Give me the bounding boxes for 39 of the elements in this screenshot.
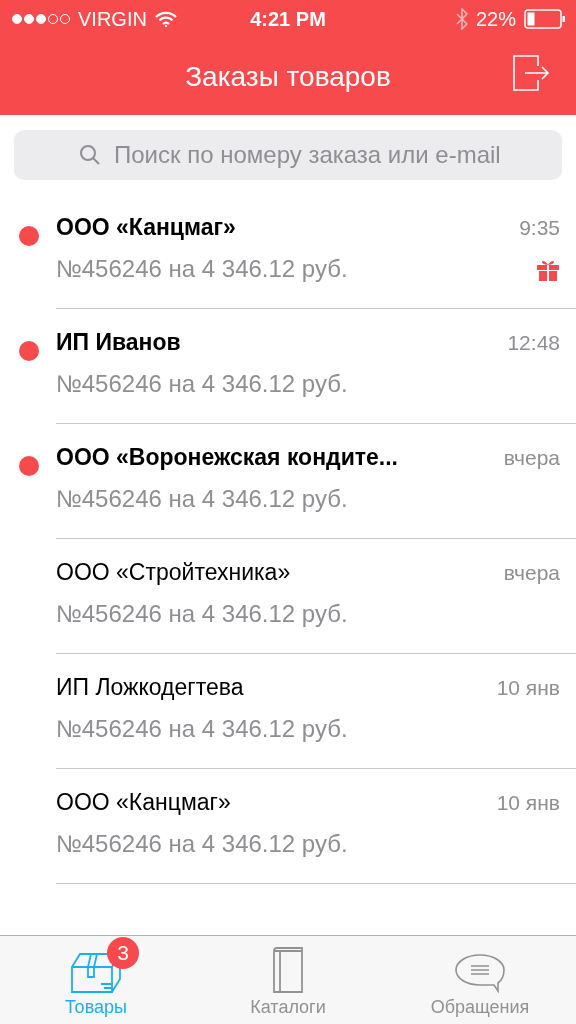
tab[interactable]: 3 Товары <box>0 936 192 1024</box>
order-time: 12:48 <box>507 330 560 355</box>
company-name: ООО «Канцмаг» <box>56 789 231 816</box>
order-item[interactable]: ООО «Воронежская кондите... вчера №456246 на 4 346.12 руб. <box>0 424 576 539</box>
order-item[interactable]: ООО «Канцмаг» 9:35 №456246 на 4 346.12 руб. <box>0 194 576 309</box>
screen-title: Заказы товаров <box>185 60 391 93</box>
company-name: ООО «Стройтехника» <box>56 559 291 586</box>
order-item[interactable]: ООО «Стройтехника» вчера №456246 на 4 346.12 руб. <box>0 539 576 654</box>
battery-icon <box>524 9 566 29</box>
order-time: 10 янв <box>496 675 560 700</box>
order-details: №456246 на 4 346.12 руб. <box>56 485 348 513</box>
wifi-icon <box>154 11 177 27</box>
order-time: вчера <box>503 445 560 470</box>
search-input[interactable]: Поиск по номеру заказа или e-mail <box>112 140 562 170</box>
status-time: 4:21 PM <box>250 7 326 31</box>
company-name: ИП Иванов <box>56 329 181 356</box>
company-name: ООО «Канцмаг» <box>56 214 236 241</box>
order-time: 10 янв <box>496 790 560 815</box>
battery-percent: 22% <box>475 7 516 31</box>
order-details: №456246 на 4 346.12 руб. <box>56 830 348 858</box>
logout-button[interactable] <box>512 54 550 92</box>
order-item[interactable]: ИП Иванов 12:48 №456246 на 4 346.12 руб. <box>0 309 576 424</box>
company-name: ООО «Воронежская кондите... <box>56 444 398 471</box>
order-details: №456246 на 4 346.12 руб. <box>56 370 348 398</box>
order-item[interactable]: ООО «Канцмаг» 10 янв №456246 на 4 346.12 руб. <box>0 769 576 884</box>
order-time: 9:35 <box>519 215 560 240</box>
order-details: №456246 на 4 346.12 руб. <box>56 600 348 628</box>
order-time: вчера <box>503 560 560 585</box>
order-item[interactable]: ИП Ложкодегтева 10 янв №456246 на 4 346.12 руб. <box>0 654 576 769</box>
search-icon <box>78 143 102 167</box>
company-name: ИП Ложкодегтева <box>56 674 244 701</box>
bluetooth-icon <box>455 8 468 30</box>
carrier-name: VIRGIN <box>78 7 147 31</box>
book-icon <box>271 947 305 993</box>
order-details: №456246 на 4 346.12 руб. <box>56 255 348 283</box>
search-field[interactable]: Поиск по номеру заказа или e-mail <box>14 130 562 180</box>
order-details: №456246 на 4 346.12 руб. <box>56 715 348 743</box>
count-badge: 3 <box>107 937 139 969</box>
chat-icon <box>454 953 506 993</box>
